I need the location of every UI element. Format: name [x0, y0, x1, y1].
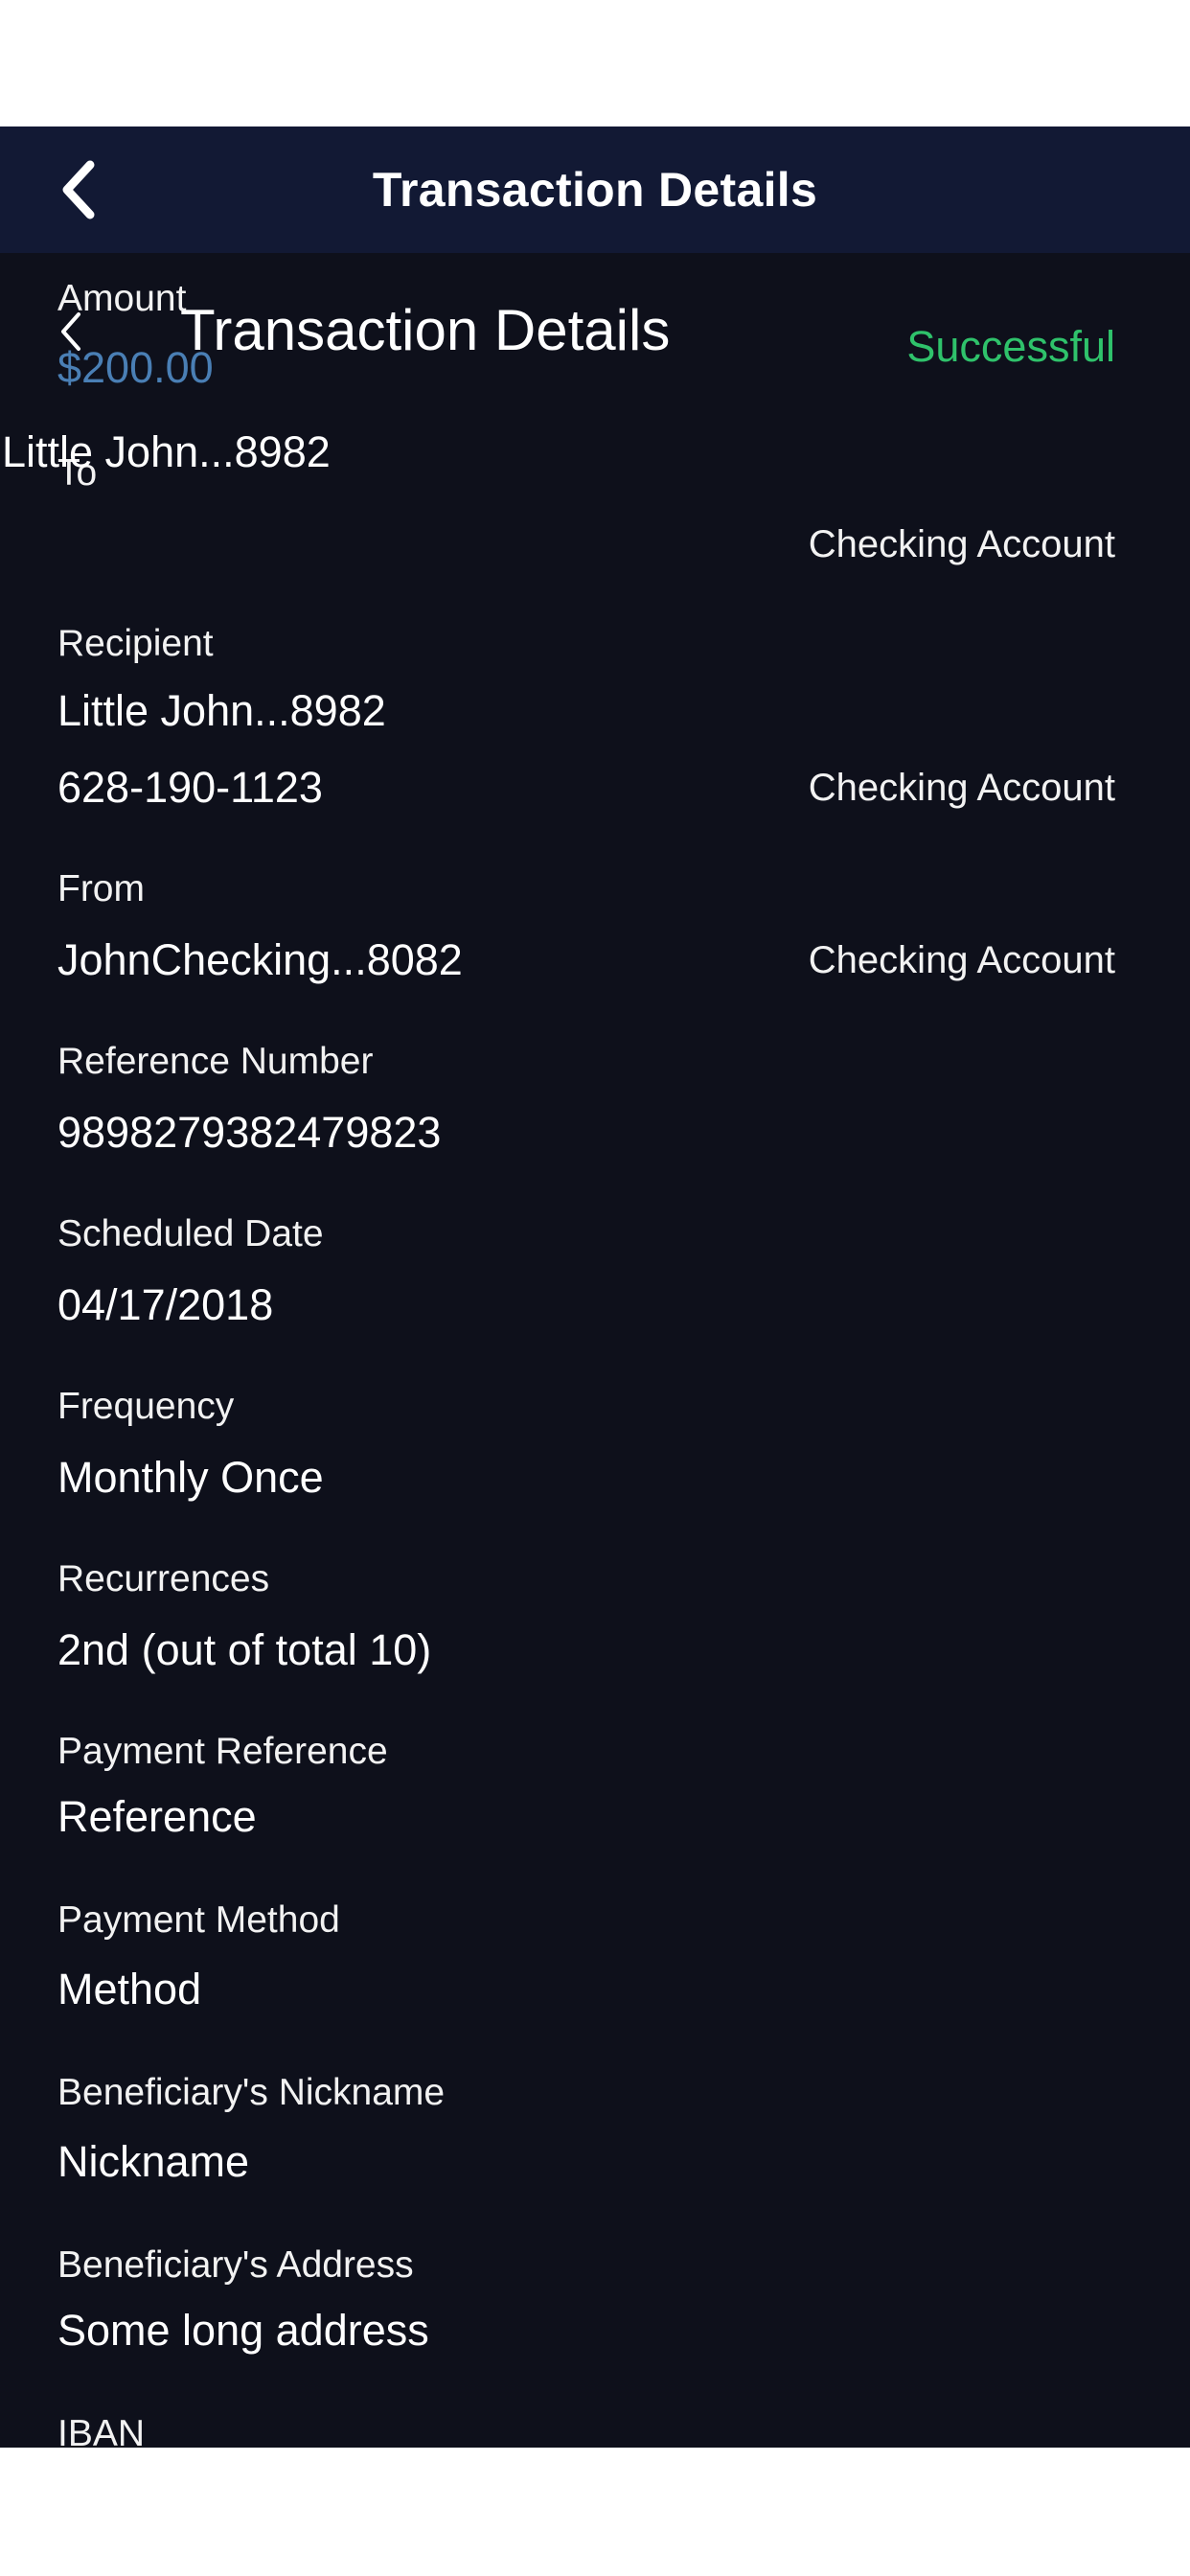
beneficiary-nickname-label: Beneficiary's Nickname	[57, 2072, 446, 2113]
scheduled-date-label: Scheduled Date	[57, 1213, 324, 1254]
recurrences-value: 2nd (out of total 10)	[57, 1625, 432, 1674]
iban-label: IBAN	[57, 2413, 146, 2448]
bottom-safe-area	[0, 2448, 1190, 2576]
reference-number-label: Reference Number	[57, 1041, 374, 1082]
reference-number-value: 9898279382479823	[57, 1108, 442, 1157]
amount-value: $200.00	[57, 343, 214, 392]
payment-method-value: Method	[57, 1965, 202, 2013]
payment-method-label: Payment Method	[57, 1899, 340, 1941]
from-value: JohnChecking...8082	[57, 935, 463, 984]
recipient-value: Little John...8982	[57, 686, 386, 735]
recipient-label: Recipient	[57, 623, 214, 664]
beneficiary-address-label: Beneficiary's Address	[57, 2244, 414, 2286]
status-badge: Successful	[906, 322, 1115, 371]
nav-bar: Transaction Details	[0, 126, 1190, 253]
from-label: From	[57, 868, 145, 909]
scheduled-date-value: 04/17/2018	[57, 1280, 274, 1329]
payment-reference-label: Payment Reference	[57, 1731, 388, 1772]
overlay-title: Transaction Details	[180, 298, 671, 362]
page-title: Transaction Details	[372, 163, 818, 217]
transaction-details-content: Transaction Details Amount $200.00 Succe…	[0, 253, 1190, 2448]
frequency-label: Frequency	[57, 1386, 235, 1427]
beneficiary-nickname-value: Nickname	[57, 2137, 250, 2186]
from-account-type: Checking Account	[808, 939, 1115, 981]
recurrences-label: Recurrences	[57, 1558, 270, 1599]
payment-reference-value: Reference	[57, 1792, 257, 1841]
amount-label: Amount	[57, 278, 187, 319]
beneficiary-address-value: Some long address	[57, 2306, 429, 2355]
to-value: Little John...8982	[2, 427, 331, 476]
frequency-value: Monthly Once	[57, 1453, 324, 1502]
recipient-phone: 628-190-1123	[57, 763, 323, 812]
recipient-account-type: Checking Account	[808, 767, 1115, 809]
to-account-type: Checking Account	[808, 523, 1115, 565]
